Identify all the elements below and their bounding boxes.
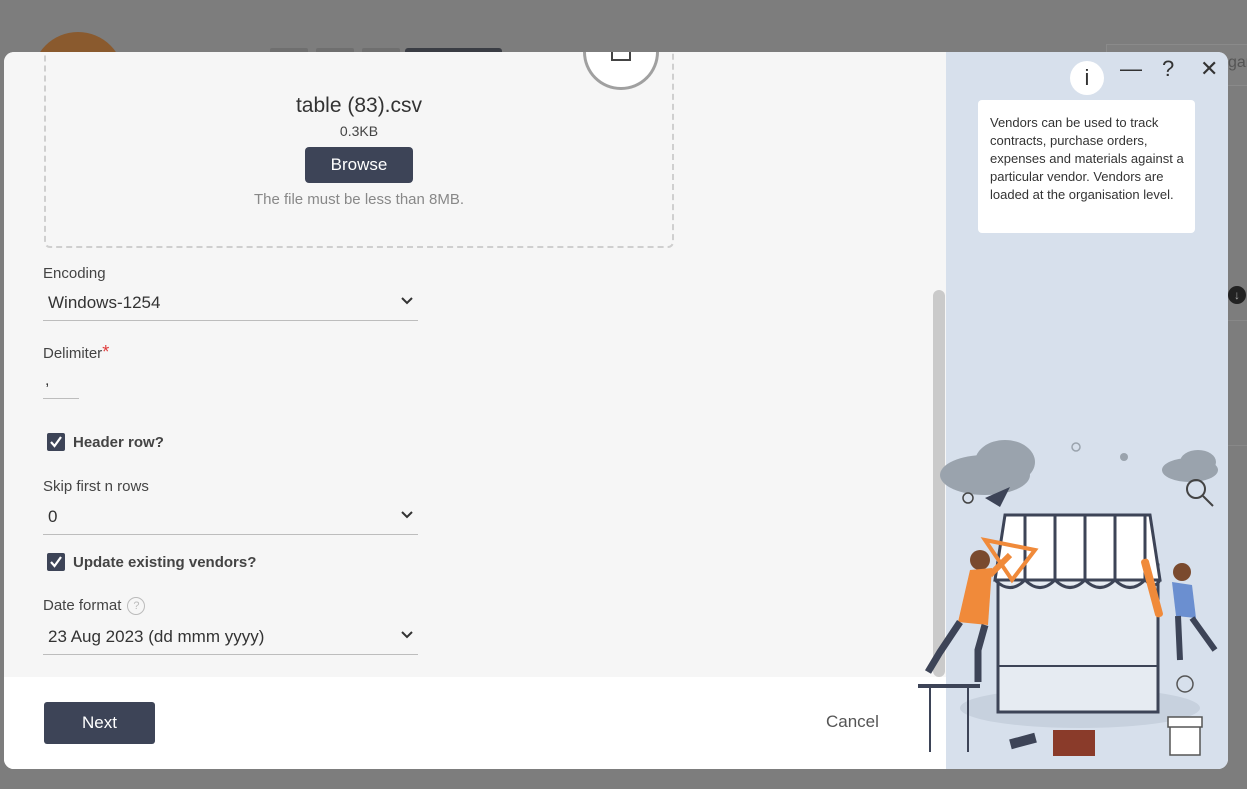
delimiter-label: Delimiter*	[43, 342, 109, 363]
minimize-button[interactable]: —	[1120, 56, 1142, 82]
info-icon: i	[1070, 61, 1104, 95]
header-row-label[interactable]: Header row?	[73, 434, 164, 451]
date-format-select[interactable]: 23 Aug 2023 (dd mmm yyyy)	[43, 618, 418, 655]
encoding-value: Windows-1254	[48, 293, 161, 312]
storefront-illustration	[918, 440, 1218, 756]
update-vendors-checkbox[interactable]	[47, 553, 65, 571]
info-tooltip: Vendors can be used to track contracts, …	[978, 100, 1195, 233]
next-button[interactable]: Next	[44, 702, 155, 744]
date-format-value: 23 Aug 2023 (dd mmm yyyy)	[48, 627, 265, 646]
encoding-label: Encoding	[43, 265, 106, 282]
file-size-note: The file must be less than 8MB.	[253, 191, 465, 208]
header-row-checkbox[interactable]	[47, 433, 65, 451]
skip-rows-value: 0	[48, 507, 58, 526]
encoding-select[interactable]: Windows-1254	[43, 284, 418, 321]
chevron-down-icon	[401, 631, 413, 639]
delimiter-label-text: Delimiter	[43, 345, 103, 362]
check-icon	[50, 436, 62, 448]
check-icon	[50, 556, 62, 568]
skip-rows-label: Skip first n rows	[43, 478, 149, 495]
chevron-down-icon	[401, 511, 413, 519]
delimiter-value: ,	[45, 372, 50, 389]
background-download-icon: ↓	[1228, 286, 1246, 304]
file-size: 0.3KB	[339, 123, 379, 139]
info-text: Vendors can be used to track contracts, …	[990, 115, 1184, 202]
file-name: table (83).csv	[295, 94, 423, 117]
background-divider	[1228, 445, 1247, 446]
dialog-form-area: table (83).csv 0.3KB Browse The file mus…	[4, 52, 946, 769]
upload-icon	[611, 52, 631, 61]
browse-button[interactable]: Browse	[305, 147, 413, 183]
delimiter-input[interactable]: ,	[43, 370, 79, 399]
file-dropzone[interactable]: table (83).csv 0.3KB Browse The file mus…	[44, 52, 674, 248]
skip-rows-select[interactable]: 0	[43, 498, 418, 535]
date-format-label-text: Date format	[43, 597, 122, 614]
background-divider	[1228, 320, 1247, 321]
required-mark: *	[102, 342, 110, 362]
cancel-button[interactable]: Cancel	[826, 712, 879, 732]
background-search-text: gan	[1228, 54, 1247, 71]
close-button[interactable]: ✕	[1200, 56, 1218, 82]
chevron-down-icon	[401, 297, 413, 305]
date-format-label: Date format?	[43, 597, 146, 616]
help-icon[interactable]: ?	[127, 597, 146, 616]
update-vendors-label[interactable]: Update existing vendors?	[73, 554, 256, 571]
dialog-footer: Next Cancel	[4, 677, 946, 769]
help-button[interactable]: ?	[1162, 56, 1174, 82]
